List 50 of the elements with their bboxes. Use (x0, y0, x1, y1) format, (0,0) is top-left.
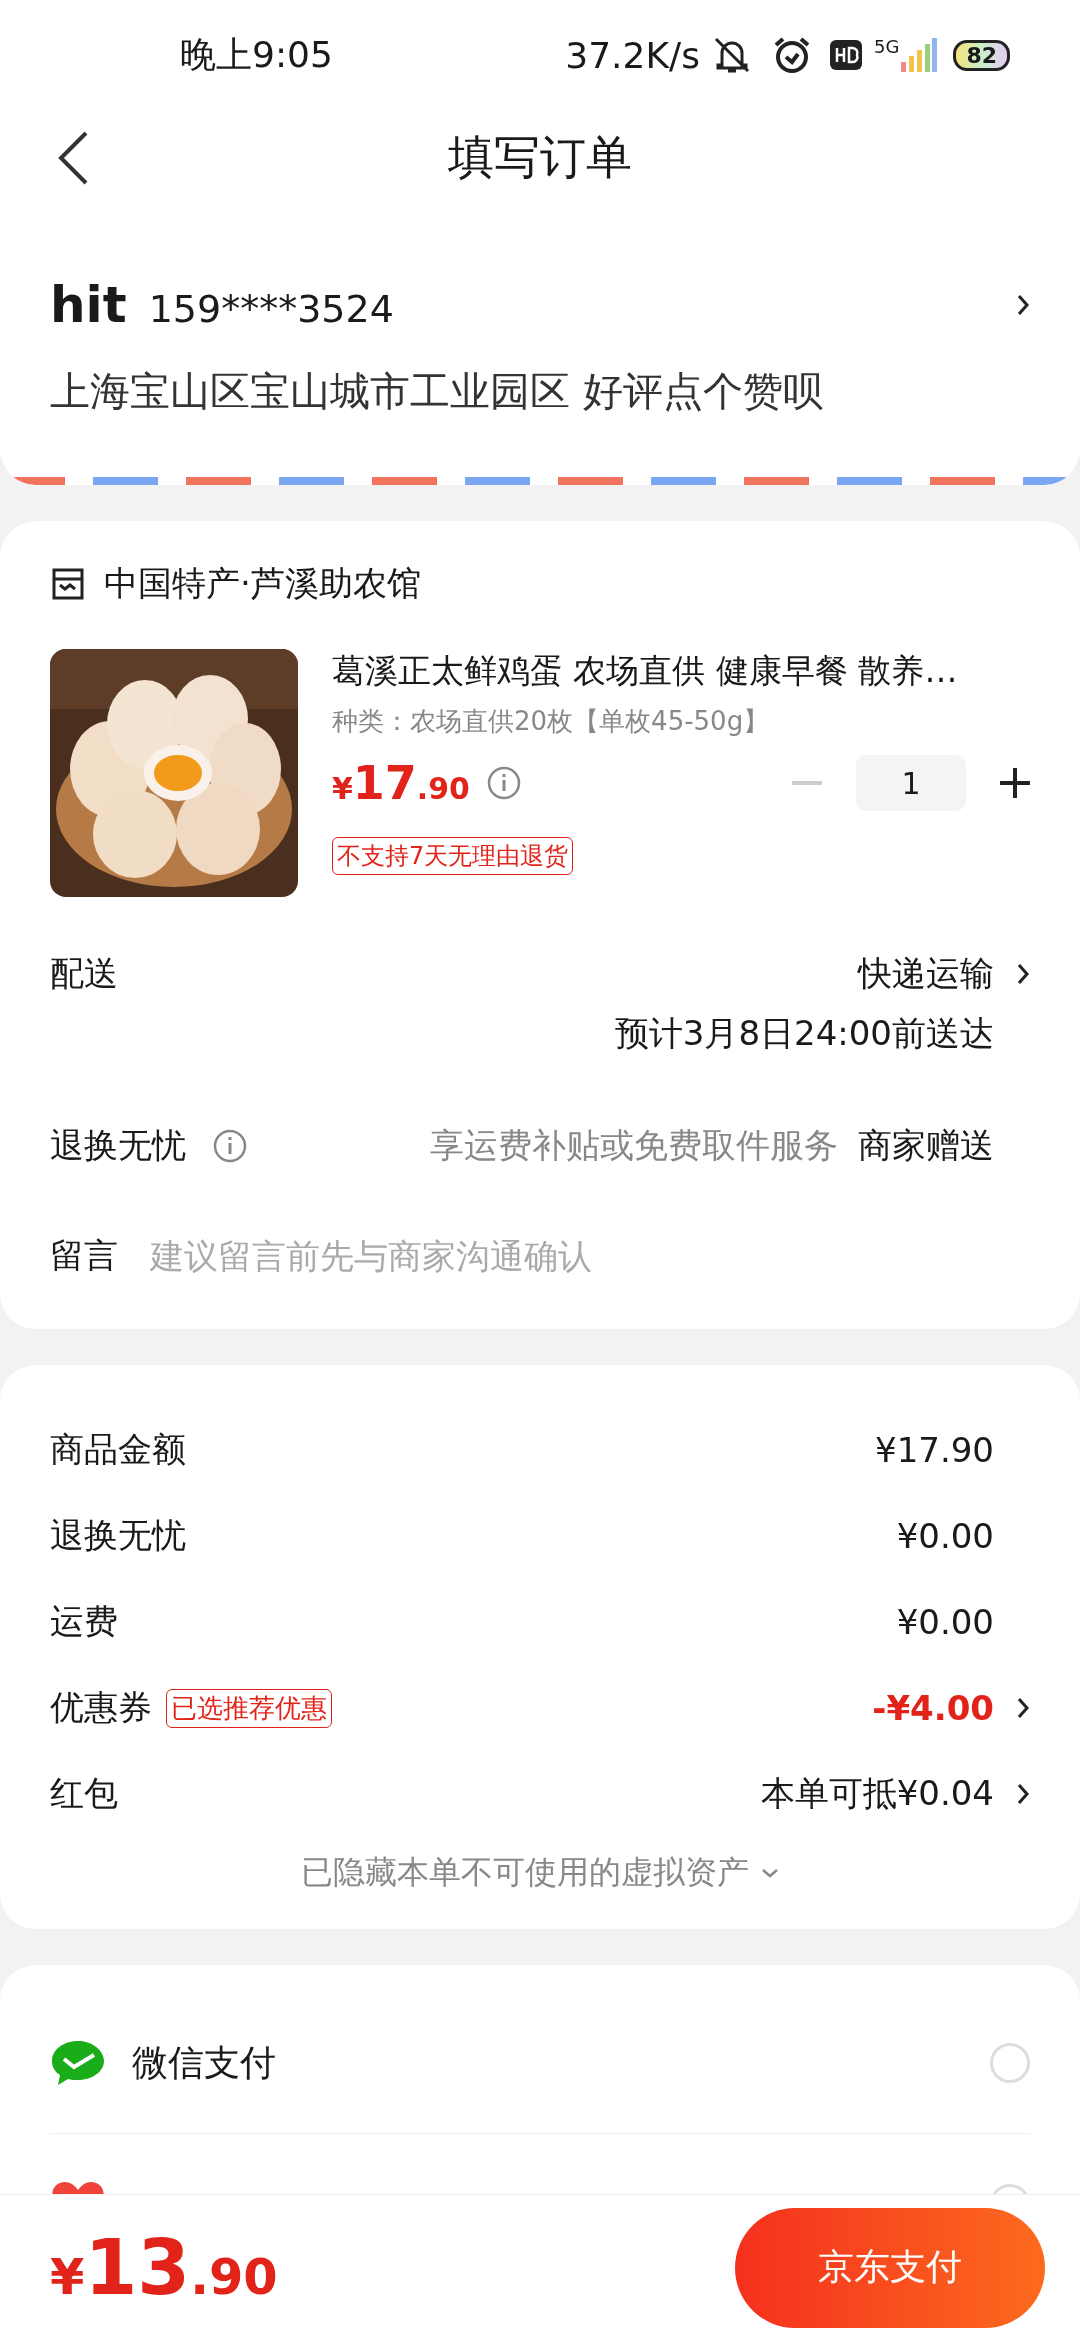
chevron-down-icon (761, 1868, 779, 1878)
address-text: 上海宝山区宝山城市工业园区 好评点个赞呗 (50, 367, 824, 416)
radio-button[interactable] (990, 2043, 1030, 2083)
summary-value: ¥0.00 (896, 1516, 994, 1556)
battery-indicator: 82 (953, 39, 1010, 71)
summary-value: ¥0.00 (896, 1602, 994, 1642)
quantity-field[interactable]: 1 (856, 755, 966, 811)
info-icon[interactable] (485, 765, 522, 801)
hd-icon (829, 40, 862, 70)
page-title: 填写订单 (448, 129, 632, 186)
coupon-badge: 已选推荐优惠 (166, 1688, 332, 1728)
back-icon[interactable] (56, 130, 90, 186)
shop-icon (50, 567, 86, 601)
summary-label: 商品金额 (50, 1428, 186, 1471)
product-title: 葛溪正太鲜鸡蛋 农场直供 健康早餐 散养… (332, 650, 959, 692)
delivery-method[interactable]: 快递运输 (858, 951, 994, 997)
payment-method-name[interactable]: 微信支付 (132, 2038, 990, 2088)
price-text: ¥17.90 (332, 756, 470, 810)
recipient-phone: 159****3524 (148, 287, 394, 331)
summary-value: ¥17.90 (875, 1430, 994, 1470)
price-text: ¥13.90 (50, 2223, 278, 2312)
product-variant: 种类：农场直供20枚【单枚45-50g】 (332, 705, 771, 738)
return-policy-tag: 不支持7天无理由退货 (332, 837, 574, 875)
summary-value[interactable]: -¥4.00 (872, 1688, 994, 1728)
delivery-eta: 预计3月8日24:00前送达 (614, 1012, 994, 1055)
message-label: 留言 (50, 1234, 118, 1277)
delivery-label: 配送 (50, 952, 118, 995)
return-service-value: 商家赠送 (858, 1124, 994, 1167)
chat-bubble-icon (50, 2039, 106, 2087)
chevron-icon (1016, 962, 1030, 986)
return-service-description: 享运费补贴或免费取件服务 (430, 1124, 838, 1167)
summary-label: 运费 (50, 1600, 118, 1643)
network-type: 5G (873, 36, 900, 57)
plus-icon[interactable] (1000, 768, 1030, 798)
shop-name[interactable]: 中国特产·芦溪助农馆 (104, 561, 421, 607)
pay-button[interactable]: 京东支付 (735, 2207, 1045, 2328)
network-speed: 37.2K/s (565, 34, 700, 76)
return-service-label: 退换无忧 (50, 1124, 186, 1167)
chevron-icon (1016, 1696, 1030, 1720)
chevron-icon (1016, 1782, 1030, 1806)
summary-label: 红包 (50, 1772, 118, 1815)
recipient-name: hit (50, 276, 127, 334)
summary-label: 退换无忧 (50, 1514, 186, 1557)
status-time: 晚上9:05 (180, 32, 333, 77)
info-icon[interactable] (212, 1128, 248, 1164)
signal-icon (899, 38, 938, 72)
summary-label: 优惠券 (50, 1686, 152, 1729)
hidden-assets-toggle[interactable]: 已隐藏本单不可使用的虚拟资产 (301, 1851, 749, 1895)
summary-value[interactable]: 本单可抵¥0.04 (760, 1771, 994, 1817)
chevron-icon (1016, 293, 1030, 317)
